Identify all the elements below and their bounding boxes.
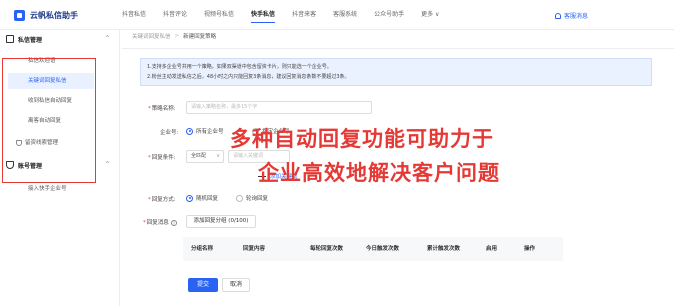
logo-icon <box>14 10 25 21</box>
sidebar-group-label: 账号管理 <box>18 162 43 170</box>
cancel-button[interactable]: 取消 <box>222 278 250 292</box>
breadcrumb-current: 新建回复策略 <box>183 34 217 40</box>
nav-item-douyin-dm[interactable]: 抖音私信 <box>122 9 146 23</box>
condition-select[interactable]: 全匹配 ∨ <box>186 150 224 163</box>
sidebar-group-account[interactable]: 账号管理 ^ <box>6 159 114 171</box>
radio-unchecked-icon <box>236 194 243 202</box>
enterprise-label: 企业号: <box>160 130 179 136</box>
required-mark: * <box>148 106 151 112</box>
nav-item-channels-dm[interactable]: 视频号私信 <box>204 9 234 23</box>
nav-item-kuaishou-dm[interactable]: 快手私信 <box>251 9 276 23</box>
required-mark: * <box>143 220 146 226</box>
reply-mode-random-label: 随机回复 <box>196 196 219 202</box>
required-mark: * <box>148 155 151 161</box>
chevron-down-icon: ∨ <box>216 153 220 159</box>
reply-mode-round-robin-label: 轮询回复 <box>246 196 269 202</box>
shield-icon <box>6 161 14 169</box>
notice-banner: 1.支持多企业号共用一个策略。如果双渠道中包含留资卡片，则只能选一个企业号。 2… <box>140 58 652 86</box>
condition-select-value: 全匹配 <box>191 153 207 159</box>
radio-checked-icon <box>186 127 193 135</box>
sidebar-item-connect-kuaishou[interactable]: 接入快手企业号 <box>8 181 94 197</box>
reply-mode-round-robin[interactable]: 轮询回复 <box>236 194 268 202</box>
enterprise-option-all[interactable]: 所有企业号 <box>186 127 224 135</box>
nav-item-cs-system[interactable]: 客服系统 <box>333 9 357 23</box>
condition-label: *回复条件: <box>148 153 176 161</box>
question-icon[interactable]: ? <box>170 219 177 226</box>
bell-icon <box>555 12 561 19</box>
reply-mode-label-text: 回复方式: <box>151 197 176 203</box>
app-logo[interactable]: 云帆私信助手 <box>14 10 78 21</box>
reply-group-table: 分组名称 回复内容 每轮回复次数 今日触发次数 累计触发次数 启用 操作 <box>183 237 563 261</box>
radio-checked-icon <box>186 194 193 202</box>
table-header-actions: 操作 <box>524 246 536 252</box>
reply-mode-label: *回复方式: <box>148 195 176 203</box>
table-header-total: 累计触发次数 <box>427 246 461 252</box>
customer-message-link[interactable]: 客服消息 <box>555 11 588 20</box>
strategy-name-input[interactable]: 请输入策略名称，最多15个字 <box>186 101 372 114</box>
overlay-caption-line-2: 企业高效地解决客户问题 <box>258 161 500 185</box>
strategy-name-label-text: 策略名称: <box>151 106 176 112</box>
breadcrumb-separator: > <box>174 33 180 39</box>
reply-message-label-text: 回复消息 <box>146 220 169 226</box>
main-nav: 抖音私信 抖音评论 视频号私信 快手私信 抖音来客 客服系统 公众号助手 更多 … <box>122 9 456 23</box>
sidebar-group-dm-management[interactable]: 私信管理 ^ <box>6 33 114 45</box>
overlay-caption-line-1: 多种自动回复功能可助力于 <box>230 127 494 151</box>
table-header-today: 今日触发次数 <box>366 246 400 252</box>
table-header-per-round: 每轮回复次数 <box>310 246 344 252</box>
required-mark: * <box>148 197 151 203</box>
table-header-content: 回复内容 <box>243 246 266 252</box>
nav-item-douyin-laike[interactable]: 抖音来客 <box>292 9 316 23</box>
table-header-group-name: 分组名称 <box>191 246 214 252</box>
reply-mode-random[interactable]: 随机回复 <box>186 194 218 202</box>
app-title: 云帆私信助手 <box>30 11 78 20</box>
enterprise-option-all-label: 所有企业号 <box>196 129 224 135</box>
table-header-enabled: 启用 <box>486 246 498 252</box>
nav-item-more[interactable]: 更多 ∨ <box>421 9 439 23</box>
nav-item-official-account[interactable]: 公众号助手 <box>374 9 404 23</box>
nav-item-douyin-comments[interactable]: 抖音评论 <box>163 9 187 23</box>
breadcrumb: 关键词回复私信 > 新建回复策略 <box>132 32 216 40</box>
chat-square-icon <box>6 35 14 43</box>
submit-button[interactable]: 提交 <box>188 278 218 292</box>
sidebar-group-label: 私信管理 <box>18 36 43 44</box>
chevron-up-icon: ^ <box>104 35 110 42</box>
top-bar: 云帆私信助手 抖音私信 抖音评论 视频号私信 快手私信 抖音来客 客服系统 公众… <box>0 0 674 30</box>
strategy-name-label: *策略名称: <box>148 104 176 112</box>
condition-label-text: 回复条件: <box>151 155 176 161</box>
add-reply-group-button[interactable]: 添加回复分组 (0/100) <box>186 215 256 228</box>
nav-more-label: 更多 <box>421 11 434 18</box>
reply-message-label: *回复消息? <box>143 218 177 226</box>
chevron-down-icon: ∨ <box>435 11 440 18</box>
customer-message-label: 客服消息 <box>564 13 589 20</box>
sidebar: 私信管理 ^ 私信欢迎语 关键词回复私信 收到私信自动回复 离客自动回复 留资线… <box>0 30 120 306</box>
notice-line-1: 1.支持多企业号共用一个策略。如果双渠道中包含留资卡片，则只能选一个企业号。 <box>147 64 332 70</box>
notice-line-2: 2.粉丝主动发送私信之后，48小时之内只能回复3条消息，建议回复消息条数不要超过… <box>147 74 350 80</box>
breadcrumb-parent[interactable]: 关键词回复私信 <box>132 32 171 40</box>
chevron-up-icon: ^ <box>104 161 110 168</box>
